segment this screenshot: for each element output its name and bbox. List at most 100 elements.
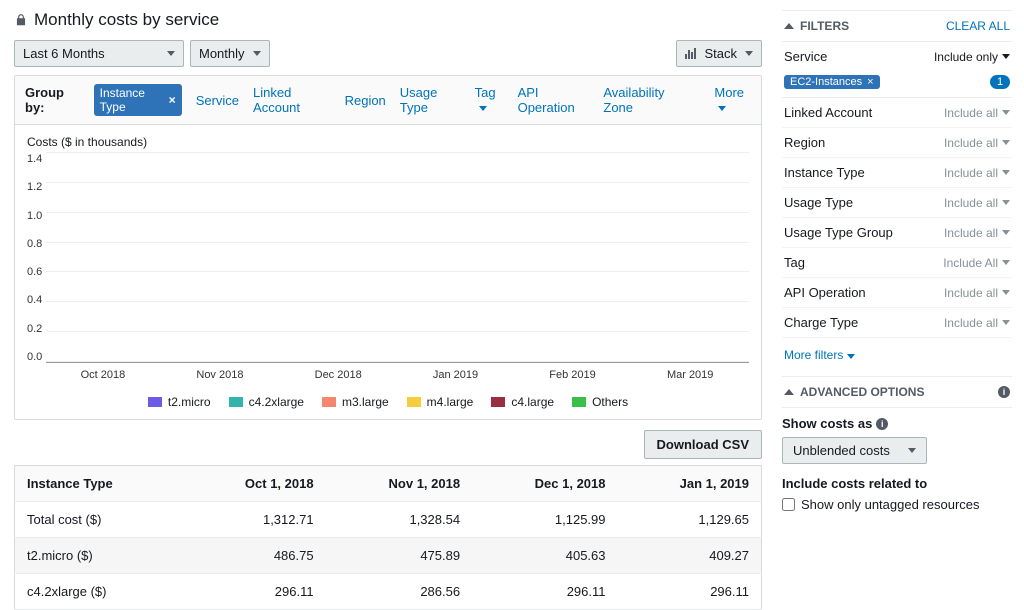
filter-tag[interactable]: TagInclude All: [782, 248, 1012, 278]
table-header: Oct 1, 2018: [184, 466, 326, 502]
untagged-checkbox-row[interactable]: Show only untagged resources: [782, 497, 1012, 512]
filter-state[interactable]: Include all: [944, 106, 1010, 120]
costs-table: Instance TypeOct 1, 2018Nov 1, 2018Dec 1…: [14, 465, 762, 610]
collapse-icon[interactable]: [784, 23, 794, 29]
stacked-bar-icon: [685, 48, 696, 59]
advanced-heading: ADVANCED OPTIONS i: [782, 376, 1012, 408]
legend-item-c4.large[interactable]: c4.large: [491, 395, 554, 409]
chevron-down-icon: [1002, 54, 1010, 59]
chevron-down-icon: [847, 354, 855, 359]
groupby-more[interactable]: More: [714, 85, 751, 115]
chart-bars: [46, 153, 749, 362]
clear-all-link[interactable]: CLEAR ALL: [946, 19, 1010, 33]
filter-service-state[interactable]: Include only: [934, 50, 1010, 64]
filter-state[interactable]: Include all: [944, 136, 1010, 150]
x-tick: Oct 2018: [81, 369, 126, 381]
filter-region[interactable]: RegionInclude all: [782, 128, 1012, 158]
chart-x-axis: Oct 2018 Nov 2018 Dec 2018 Jan 2019 Feb 2019…: [27, 369, 749, 381]
chevron-down-icon: [167, 51, 175, 56]
filter-service[interactable]: Service Include only: [782, 42, 1012, 71]
x-tick: Mar 2019: [667, 369, 713, 381]
filter-chip-ec2[interactable]: EC2-Instances×: [784, 75, 880, 89]
chevron-down-icon: [908, 448, 916, 453]
legend-item-t2.micro[interactable]: t2.micro: [148, 395, 211, 409]
granularity-dropdown[interactable]: Monthly: [190, 40, 270, 67]
table-header: Dec 1, 2018: [472, 466, 617, 502]
legend-item-m3.large[interactable]: m3.large: [322, 395, 389, 409]
chevron-down-icon: [1002, 260, 1010, 265]
date-range-dropdown[interactable]: Last 6 Months: [14, 40, 184, 67]
chevron-down-icon: [1002, 290, 1010, 295]
filter-charge-type[interactable]: Charge TypeInclude all: [782, 308, 1012, 338]
chart-legend: t2.micro c4.2xlarge m3.large m4.large c4.lar…: [27, 395, 749, 409]
groupby-option-tag[interactable]: Tag: [475, 85, 504, 115]
legend-item-c4.2xlarge[interactable]: c4.2xlarge: [229, 395, 304, 409]
groupby-label: Group by:: [25, 85, 80, 115]
filter-state[interactable]: Include All: [943, 256, 1010, 270]
chart-y-axis: 1.41.21.00.80.60.40.20.0: [27, 153, 46, 363]
x-tick: Nov 2018: [196, 369, 243, 381]
chart-panel: Group by: Instance Type × Service Linked…: [14, 75, 762, 420]
filter-instance-type[interactable]: Instance TypeInclude all: [782, 158, 1012, 188]
x-tick: Feb 2019: [549, 369, 595, 381]
filter-usage-type-group[interactable]: Usage Type GroupInclude all: [782, 218, 1012, 248]
filter-state[interactable]: Include all: [944, 286, 1010, 300]
groupby-option-usage-type[interactable]: Usage Type: [400, 85, 461, 115]
chevron-down-icon: [1002, 200, 1010, 205]
table-row: c4.2xlarge ($)296.11286.56296.11296.11: [15, 574, 762, 610]
close-icon[interactable]: ×: [867, 76, 873, 88]
groupby-option-region[interactable]: Region: [345, 93, 386, 108]
chevron-down-icon: [1002, 170, 1010, 175]
close-icon[interactable]: ×: [169, 93, 176, 107]
x-tick: Jan 2019: [433, 369, 478, 381]
groupby-option-linked-account[interactable]: Linked Account: [253, 85, 331, 115]
chart-mode-dropdown[interactable]: Stack: [676, 40, 762, 67]
filter-state[interactable]: Include all: [944, 226, 1010, 240]
legend-swatch: [407, 397, 421, 407]
filter-state[interactable]: Include all: [944, 196, 1010, 210]
table-header: Nov 1, 2018: [326, 466, 473, 502]
download-csv-button[interactable]: Download CSV: [644, 430, 762, 459]
chevron-down-icon: [745, 51, 753, 56]
filter-linked-account[interactable]: Linked AccountInclude all: [782, 98, 1012, 128]
legend-swatch: [229, 397, 243, 407]
groupby-option-service[interactable]: Service: [196, 93, 239, 108]
untagged-checkbox[interactable]: [782, 498, 795, 511]
info-icon[interactable]: i: [998, 386, 1010, 398]
x-tick: Dec 2018: [315, 369, 362, 381]
chevron-down-icon: [1002, 140, 1010, 145]
show-costs-label: Show costs asi: [782, 416, 1012, 431]
table-header: Instance Type: [15, 466, 184, 502]
legend-swatch: [491, 397, 505, 407]
groupby-active-chip[interactable]: Instance Type ×: [94, 84, 182, 116]
table-header: Jan 1, 2019: [618, 466, 762, 502]
legend-swatch: [572, 397, 586, 407]
filters-heading: FILTERS CLEAR ALL: [782, 10, 1012, 42]
filter-usage-type[interactable]: Usage TypeInclude all: [782, 188, 1012, 218]
controls-row: Last 6 Months Monthly Stack: [14, 40, 762, 67]
legend-item-m4.large[interactable]: m4.large: [407, 395, 474, 409]
page-title-text: Monthly costs by service: [34, 10, 219, 30]
more-filters-link[interactable]: More filters: [782, 338, 1012, 372]
legend-swatch: [148, 397, 162, 407]
chevron-down-icon: [1002, 230, 1010, 235]
chevron-down-icon: [253, 51, 261, 56]
include-costs-label: Include costs related to: [782, 476, 1012, 491]
groupby-option-api-operation[interactable]: API Operation: [518, 85, 590, 115]
legend-swatch: [322, 397, 336, 407]
groupby-option-az[interactable]: Availability Zone: [603, 85, 686, 115]
table-row: t2.micro ($)486.75475.89405.63409.27: [15, 538, 762, 574]
legend-item-Others[interactable]: Others: [572, 395, 628, 409]
collapse-icon[interactable]: [784, 389, 794, 395]
filter-service-chip-row: EC2-Instances× 1: [782, 71, 1012, 98]
info-icon[interactable]: i: [876, 418, 888, 430]
show-costs-dropdown[interactable]: Unblended costs: [782, 437, 927, 464]
filter-state[interactable]: Include all: [944, 316, 1010, 330]
chevron-down-icon: [1002, 110, 1010, 115]
lock-icon: [14, 13, 28, 27]
filter-state[interactable]: Include all: [944, 166, 1010, 180]
sidebar: FILTERS CLEAR ALL Service Include only E…: [776, 0, 1024, 574]
chart-y-title: Costs ($ in thousands): [27, 135, 749, 149]
filter-api-operation[interactable]: API OperationInclude all: [782, 278, 1012, 308]
page-title: Monthly costs by service: [14, 10, 762, 30]
